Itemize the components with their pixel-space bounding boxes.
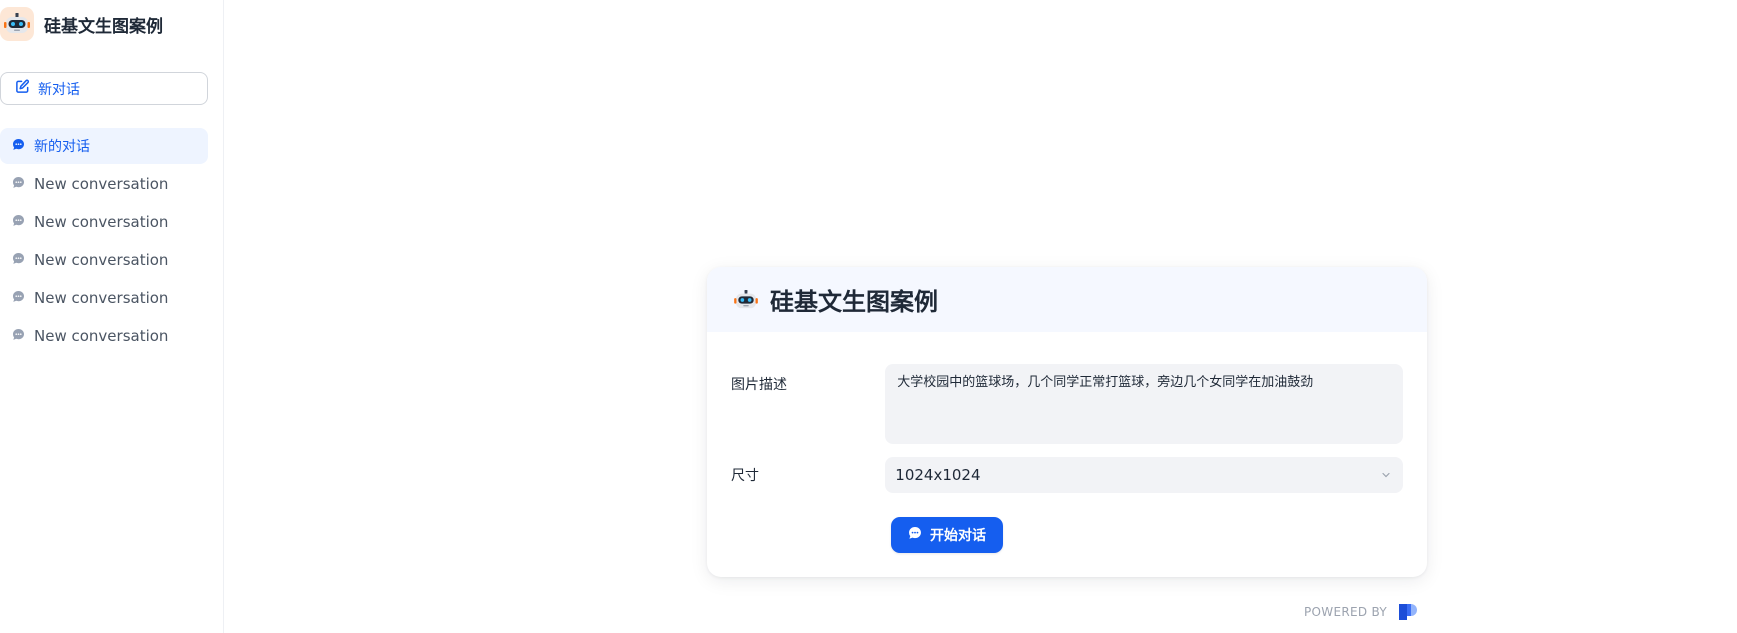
description-label: 图片描述 (731, 377, 787, 393)
brand-logo-icon (1399, 602, 1419, 623)
conversation-list: 新的对话 New conversation New conversation N… (0, 128, 208, 356)
conversation-label: 新的对话 (34, 139, 90, 155)
conversation-label: New conversation (34, 213, 169, 231)
conversation-label: New conversation (34, 327, 169, 345)
size-row: 尺寸 1024x1024 (731, 457, 1403, 493)
card-title: 硅基文生图案例 (770, 288, 938, 316)
brand: 硅基文生图案例 (0, 6, 163, 42)
description-row: 图片描述 大学校园中的篮球场，几个同学正常打篮球，旁边几个女同学在加油鼓劲 (731, 364, 1403, 444)
chat-bubble-icon (12, 175, 34, 193)
sidebar: 硅基文生图案例 新对话 新的对话 New conversation New co… (0, 0, 224, 633)
conversation-label: New conversation (34, 289, 169, 307)
size-select-value: 1024x1024 (895, 466, 981, 484)
start-chat-button[interactable]: 开始对话 (891, 517, 1003, 553)
edit-icon (15, 79, 38, 98)
chevron-down-icon (1381, 466, 1391, 484)
chat-bubble-icon (12, 327, 34, 345)
card-header: 硅基文生图案例 (707, 267, 1427, 332)
powered-by: POWERED BY (1304, 603, 1419, 621)
robot-icon (734, 288, 758, 312)
chat-bubble-icon (12, 251, 34, 269)
conversation-label: New conversation (34, 251, 169, 269)
conversation-item[interactable]: New conversation (0, 318, 208, 354)
size-select[interactable]: 1024x1024 (885, 457, 1403, 493)
app-name: 硅基文生图案例 (44, 16, 163, 37)
robot-icon (0, 7, 34, 41)
conversation-label: New conversation (34, 175, 169, 193)
size-label: 尺寸 (731, 468, 759, 484)
conversation-item[interactable]: New conversation (0, 280, 208, 316)
conversation-item[interactable]: New conversation (0, 166, 208, 202)
app-root: 硅基文生图案例 新对话 新的对话 New conversation New co… (0, 0, 1737, 633)
chat-bubble-icon (908, 526, 930, 544)
chat-bubble-icon (12, 289, 34, 307)
powered-by-label: POWERED BY (1304, 605, 1388, 619)
chat-bubble-icon (12, 138, 34, 155)
app-intro-card: 硅基文生图案例 图片描述 大学校园中的篮球场，几个同学正常打篮球，旁边几个女同学… (707, 267, 1427, 577)
conversation-item[interactable]: New conversation (0, 204, 208, 240)
description-textarea[interactable]: 大学校园中的篮球场，几个同学正常打篮球，旁边几个女同学在加油鼓劲 (885, 364, 1403, 444)
chat-bubble-icon (12, 213, 34, 231)
conversation-item[interactable]: New conversation (0, 242, 208, 278)
conversation-item-active[interactable]: 新的对话 (0, 128, 208, 164)
start-chat-label: 开始对话 (930, 528, 986, 544)
new-chat-button[interactable]: 新对话 (0, 72, 208, 105)
new-chat-label: 新对话 (38, 81, 80, 98)
